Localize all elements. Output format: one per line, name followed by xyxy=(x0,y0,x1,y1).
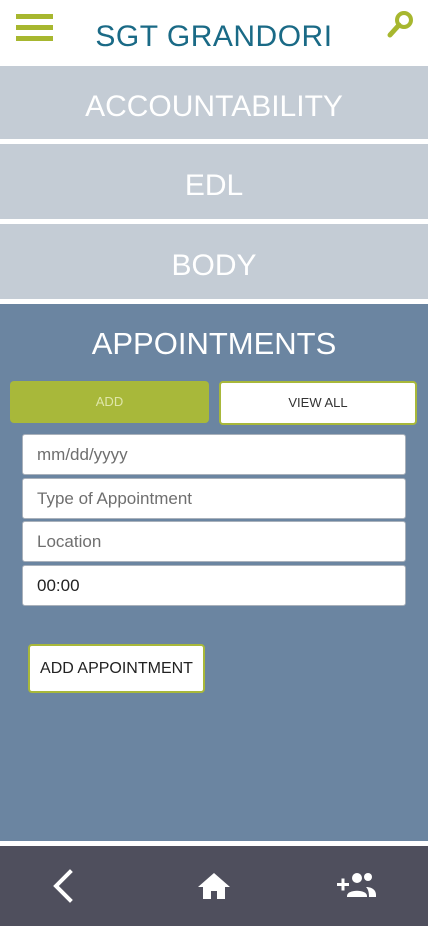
appointments-panel: APPOINTMENTS ADD VIEW ALL ADD APPOINTMEN… xyxy=(0,304,428,841)
appointment-type-field[interactable] xyxy=(22,478,406,519)
time-field[interactable] xyxy=(22,565,406,606)
app-screen: SGT GRANDORI ACCOUNTABILITY EDL BODY APP… xyxy=(0,0,428,926)
chevron-left-icon[interactable] xyxy=(44,866,84,906)
section-edl[interactable]: EDL xyxy=(0,144,428,219)
location-field[interactable] xyxy=(22,521,406,562)
page-title: SGT GRANDORI xyxy=(95,20,333,53)
bottom-nav xyxy=(0,846,428,926)
tab-view-all[interactable]: VIEW ALL xyxy=(219,381,417,425)
add-person-icon[interactable] xyxy=(336,866,378,906)
home-icon[interactable] xyxy=(194,866,234,906)
tab-add[interactable]: ADD xyxy=(10,381,209,423)
appointments-title[interactable]: APPOINTMENTS xyxy=(0,326,428,362)
section-accountability[interactable]: ACCOUNTABILITY xyxy=(0,66,428,139)
header: SGT GRANDORI xyxy=(0,0,428,66)
add-appointment-button[interactable]: ADD APPOINTMENT xyxy=(28,644,205,693)
search-icon[interactable] xyxy=(386,8,418,40)
section-body[interactable]: BODY xyxy=(0,224,428,299)
date-field[interactable] xyxy=(22,434,406,475)
